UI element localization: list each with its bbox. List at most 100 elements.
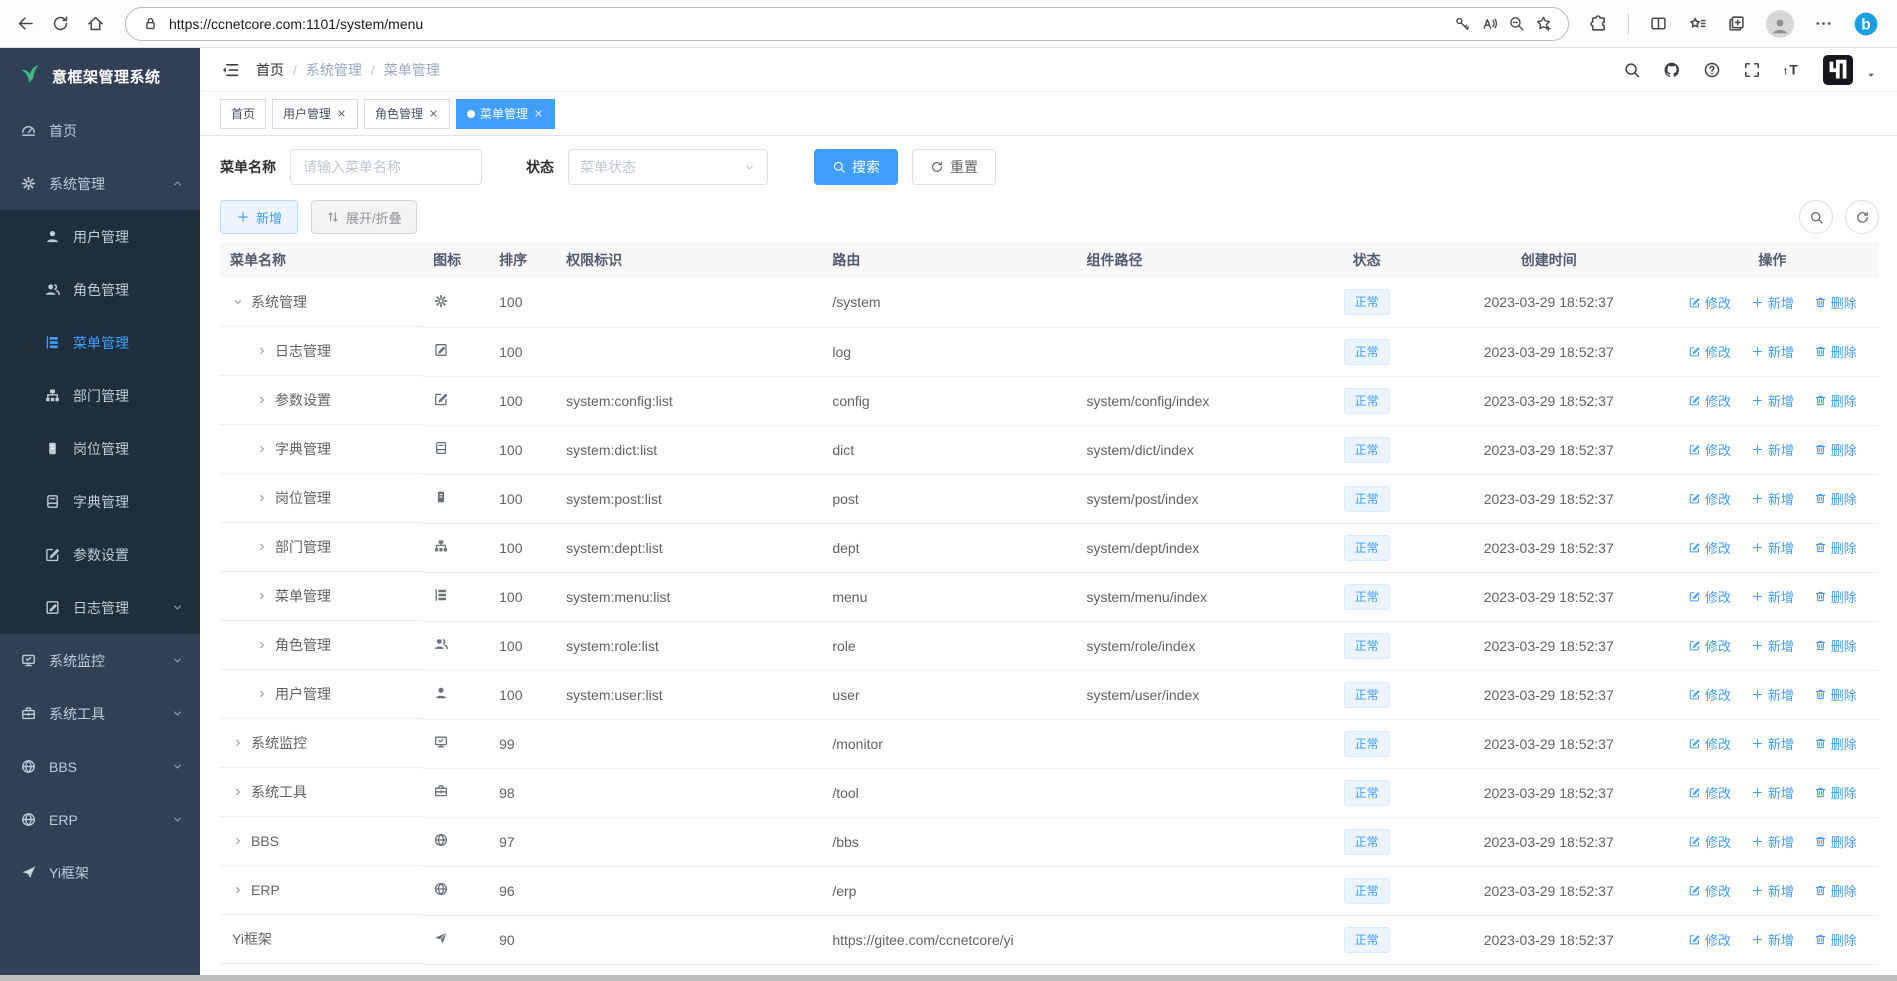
edit-link[interactable]: 修改	[1688, 783, 1731, 802]
tab[interactable]: 首页	[220, 98, 267, 129]
add-link[interactable]: 新增	[1751, 587, 1794, 606]
collections-icon[interactable]	[1727, 14, 1746, 33]
edit-link[interactable]: 修改	[1688, 930, 1731, 949]
expand-row-icon[interactable]	[256, 639, 268, 651]
search-button[interactable]: 搜索	[814, 149, 898, 185]
address-bar[interactable]: https://ccnetcore.com:1101/system/menu	[125, 6, 1569, 41]
sidebar-item[interactable]: 岗位管理	[0, 422, 200, 475]
edit-link[interactable]: 修改	[1688, 636, 1731, 655]
expand-row-icon[interactable]	[232, 737, 244, 749]
edit-link[interactable]: 修改	[1688, 587, 1731, 606]
delete-link[interactable]: 删除	[1814, 734, 1857, 753]
delete-link[interactable]: 删除	[1814, 587, 1857, 606]
delete-link[interactable]: 删除	[1814, 391, 1857, 410]
edit-link[interactable]: 修改	[1688, 342, 1731, 361]
sidebar-item[interactable]: Yi框架	[0, 846, 200, 899]
edit-link[interactable]: 修改	[1688, 391, 1731, 410]
collapse-sidebar-icon[interactable]	[220, 60, 240, 80]
add-link[interactable]: 新增	[1751, 489, 1794, 508]
edit-link[interactable]: 修改	[1688, 489, 1731, 508]
expand-collapse-button[interactable]: 展开/折叠	[311, 200, 417, 234]
sidebar-item[interactable]: 角色管理	[0, 263, 200, 316]
github-icon[interactable]	[1663, 61, 1681, 79]
delete-link[interactable]: 删除	[1814, 783, 1857, 802]
expand-row-icon[interactable]	[256, 443, 268, 455]
home-icon[interactable]	[86, 14, 105, 33]
add-link[interactable]: 新增	[1751, 440, 1794, 459]
refresh-table-button[interactable]	[1845, 200, 1879, 234]
close-icon[interactable]	[533, 108, 544, 119]
sidebar-item[interactable]: 用户管理	[0, 210, 200, 263]
more-menu-icon[interactable]	[1814, 14, 1833, 33]
close-icon[interactable]	[428, 108, 439, 119]
refresh-icon[interactable]	[51, 14, 70, 33]
sidebar-item[interactable]: 日志管理	[0, 581, 200, 634]
delete-link[interactable]: 删除	[1814, 881, 1857, 900]
sidebar-item[interactable]: 菜单管理	[0, 316, 200, 369]
delete-link[interactable]: 删除	[1814, 489, 1857, 508]
breadcrumb-item[interactable]: 系统管理	[306, 60, 362, 80]
add-button[interactable]: 新增	[220, 200, 299, 234]
read-aloud-icon[interactable]	[1481, 15, 1498, 32]
add-link[interactable]: 新增	[1751, 930, 1794, 949]
status-select[interactable]: 菜单状态	[568, 149, 768, 185]
search-icon[interactable]	[1623, 61, 1641, 79]
delete-link[interactable]: 删除	[1814, 342, 1857, 361]
bing-icon[interactable]: b	[1853, 11, 1879, 37]
add-link[interactable]: 新增	[1751, 293, 1794, 312]
add-link[interactable]: 新增	[1751, 391, 1794, 410]
add-link[interactable]: 新增	[1751, 881, 1794, 900]
expand-row-icon[interactable]	[256, 688, 268, 700]
breadcrumb-item[interactable]: 首页	[256, 60, 284, 80]
expand-row-icon[interactable]	[256, 394, 268, 406]
add-link[interactable]: 新增	[1751, 832, 1794, 851]
edit-link[interactable]: 修改	[1688, 734, 1731, 753]
sidebar-item[interactable]: 系统工具	[0, 687, 200, 740]
delete-link[interactable]: 删除	[1814, 832, 1857, 851]
expand-row-icon[interactable]	[256, 590, 268, 602]
expand-row-icon[interactable]	[232, 884, 244, 896]
tab[interactable]: 角色管理	[364, 98, 451, 129]
expand-row-icon[interactable]	[256, 541, 268, 553]
toggle-search-button[interactable]	[1799, 200, 1833, 234]
sidebar-item[interactable]: 参数设置	[0, 528, 200, 581]
tab[interactable]: 菜单管理	[456, 98, 556, 129]
menu-name-input[interactable]	[290, 149, 482, 185]
split-screen-icon[interactable]	[1649, 14, 1668, 33]
add-link[interactable]: 新增	[1751, 734, 1794, 753]
url-text[interactable]: https://ccnetcore.com:1101/system/menu	[169, 16, 1444, 32]
delete-link[interactable]: 删除	[1814, 930, 1857, 949]
edit-link[interactable]: 修改	[1688, 685, 1731, 704]
add-link[interactable]: 新增	[1751, 783, 1794, 802]
sidebar-item[interactable]: BBS	[0, 740, 200, 793]
add-link[interactable]: 新增	[1751, 342, 1794, 361]
expand-row-icon[interactable]	[256, 492, 268, 504]
delete-link[interactable]: 删除	[1814, 293, 1857, 312]
add-link[interactable]: 新增	[1751, 538, 1794, 557]
password-key-icon[interactable]	[1454, 15, 1471, 32]
extensions-icon[interactable]	[1589, 14, 1608, 33]
collapse-row-icon[interactable]	[232, 296, 244, 308]
add-link[interactable]: 新增	[1751, 636, 1794, 655]
edit-link[interactable]: 修改	[1688, 538, 1731, 557]
delete-link[interactable]: 删除	[1814, 538, 1857, 557]
tab[interactable]: 用户管理	[272, 98, 359, 129]
sidebar-item[interactable]: 字典管理	[0, 475, 200, 528]
add-favorite-icon[interactable]	[1535, 15, 1552, 32]
expand-row-icon[interactable]	[232, 786, 244, 798]
favorites-icon[interactable]	[1688, 14, 1707, 33]
sidebar-item[interactable]: 系统监控	[0, 634, 200, 687]
delete-link[interactable]: 删除	[1814, 440, 1857, 459]
fullscreen-icon[interactable]	[1743, 61, 1761, 79]
delete-link[interactable]: 删除	[1814, 685, 1857, 704]
help-icon[interactable]	[1703, 61, 1721, 79]
back-icon[interactable]	[16, 14, 35, 33]
user-avatar[interactable]	[1823, 54, 1853, 85]
caret-down-icon[interactable]	[1868, 59, 1877, 81]
delete-link[interactable]: 删除	[1814, 636, 1857, 655]
edit-link[interactable]: 修改	[1688, 832, 1731, 851]
font-size-icon[interactable]: tT	[1783, 61, 1801, 79]
edit-link[interactable]: 修改	[1688, 881, 1731, 900]
zoom-out-icon[interactable]	[1508, 15, 1525, 32]
expand-row-icon[interactable]	[256, 345, 268, 357]
